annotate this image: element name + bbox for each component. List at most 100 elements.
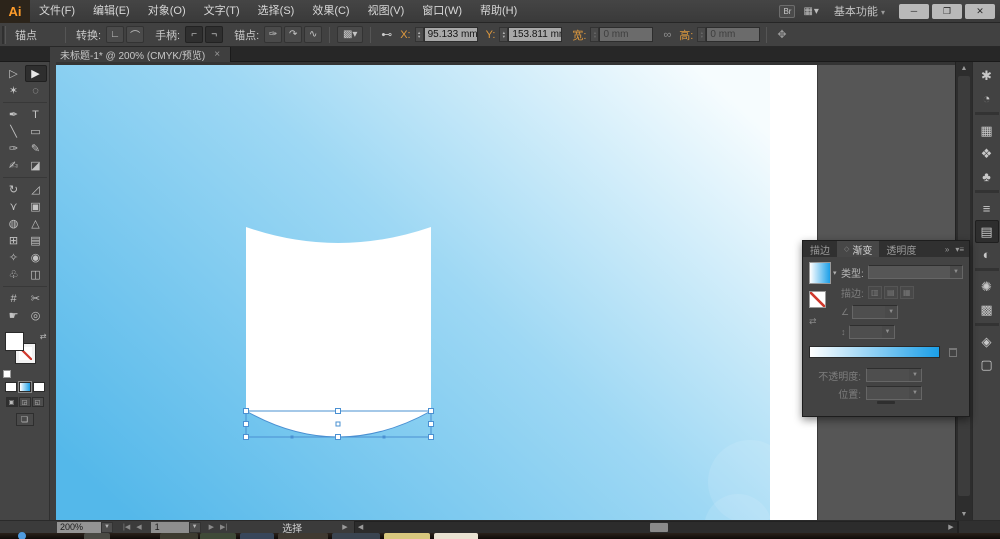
artboard-tool[interactable]: # <box>3 290 25 307</box>
selection-handle-nw[interactable] <box>244 409 249 414</box>
close-tab-icon[interactable]: × <box>214 49 220 60</box>
control-bar-grip[interactable] <box>2 26 6 44</box>
selection-handle-n[interactable] <box>336 409 341 414</box>
menu-help[interactable]: 帮助(H) <box>471 0 526 23</box>
gradient-button[interactable] <box>19 382 31 392</box>
panel-menu-icon[interactable]: ▾≡ <box>955 245 964 254</box>
artboard-number-field[interactable]: 1 <box>151 522 189 533</box>
show-handles-button[interactable]: ⌐ <box>185 26 203 43</box>
link-dimensions-icon[interactable]: ∞ <box>663 29 671 41</box>
scroll-left-icon[interactable]: ◀ <box>355 522 367 533</box>
taskbar-app-7[interactable] <box>434 533 478 539</box>
type-tool[interactable]: T <box>25 106 47 123</box>
artboard-dropdown-icon[interactable]: ▼ <box>189 522 201 533</box>
menu-file[interactable]: 文件(F) <box>30 0 84 23</box>
x-stepper[interactable]: ▲▼ <box>415 27 424 42</box>
convert-to-corner-button[interactable]: ∟ <box>106 26 124 43</box>
convert-to-smooth-button[interactable]: ⌒ <box>126 26 144 43</box>
panel-brushes[interactable]: ❖ <box>975 142 999 165</box>
pen-tool[interactable]: ✒ <box>3 106 25 123</box>
remove-anchor-button[interactable]: ✑ <box>264 26 282 43</box>
paintbrush-tool[interactable]: ✑ <box>3 140 25 157</box>
taskbar-app-5[interactable] <box>332 533 380 539</box>
panel-layers[interactable]: ◈ <box>975 330 999 353</box>
document-tab[interactable]: 未标题-1* @ 200% (CMYK/预览) × <box>50 47 231 62</box>
blend-tool[interactable]: ◉ <box>25 249 47 266</box>
status-menu-icon[interactable]: ▶ <box>342 523 347 531</box>
panel-artboards[interactable]: ▢ <box>975 353 999 376</box>
minimize-button[interactable]: ─ <box>899 4 929 19</box>
eraser-tool[interactable]: ◪ <box>25 157 47 174</box>
first-artboard-button[interactable]: |◀ <box>123 523 130 531</box>
panel-appearance[interactable]: ✺ <box>975 275 999 298</box>
selection-handle-se[interactable] <box>429 435 434 440</box>
default-fill-stroke-icon[interactable] <box>3 370 11 378</box>
panel-color-guide[interactable]: ◔ <box>975 87 999 110</box>
draw-inside-button[interactable]: ◱ <box>32 397 44 407</box>
color-button[interactable] <box>5 382 17 392</box>
rotate-tool[interactable]: ↻ <box>3 181 25 198</box>
selection-handle-s[interactable] <box>336 435 341 440</box>
slice-tool[interactable]: ✂ <box>25 290 47 307</box>
close-button[interactable]: ✕ <box>965 4 995 19</box>
next-artboard-button[interactable]: ▶ <box>209 523 214 531</box>
panel-color[interactable]: ✱ <box>975 64 999 87</box>
menu-object[interactable]: 对象(O) <box>139 0 195 23</box>
taskbar-app-3[interactable] <box>240 533 274 539</box>
zoom-dropdown-icon[interactable]: ▼ <box>101 522 113 533</box>
menu-type[interactable]: 文字(T) <box>195 0 249 23</box>
hide-handles-button[interactable]: ¬ <box>205 26 223 43</box>
anchor-point[interactable] <box>383 436 386 439</box>
fill-swatch[interactable] <box>5 332 24 351</box>
panel-gradient[interactable]: ▤ <box>975 220 999 243</box>
panel-stroke[interactable]: ≡ <box>975 197 999 220</box>
scroll-right-icon[interactable]: ▶ <box>945 522 957 533</box>
selection-center-point[interactable] <box>336 422 340 426</box>
hand-tool[interactable]: ☛ <box>3 307 25 324</box>
draw-normal-button[interactable]: ▣ <box>6 397 18 407</box>
gradient-type-select[interactable]: ▼ <box>868 265 963 279</box>
horizontal-scroll-thumb[interactable] <box>650 523 668 532</box>
panel-resize-grip[interactable] <box>877 401 895 404</box>
menu-effect[interactable]: 效果(C) <box>303 0 358 23</box>
start-button[interactable] <box>18 532 26 539</box>
y-field[interactable]: 153.811 mm <box>508 27 562 42</box>
anchor-point[interactable] <box>291 436 294 439</box>
blob-brush-tool[interactable]: ✍ <box>3 157 25 174</box>
gradient-fill-swatch[interactable] <box>809 262 831 284</box>
menu-select[interactable]: 选择(S) <box>249 0 304 23</box>
transform-icon[interactable]: ✥ <box>777 28 786 41</box>
taskbar-app-1[interactable] <box>160 533 198 539</box>
reverse-gradient-icon[interactable]: ⇄ <box>809 316 817 327</box>
screen-mode-button[interactable]: ❏ <box>16 413 34 426</box>
workspace-selector[interactable]: 基本功能 ▾ <box>834 3 885 19</box>
draw-behind-button[interactable]: ◲ <box>19 397 31 407</box>
swap-fill-stroke-icon[interactable]: ⇄ <box>40 332 47 341</box>
tab-transparency[interactable]: 透明度 <box>879 241 923 257</box>
direct-selection-tool[interactable]: ▷ <box>3 65 25 82</box>
y-stepper[interactable]: ▲▼ <box>499 27 508 42</box>
cut-path-button[interactable]: ∿ <box>304 26 322 43</box>
selection-handle-ne[interactable] <box>429 409 434 414</box>
taskbar-app-6[interactable] <box>384 533 430 539</box>
selection-handle-w[interactable] <box>244 422 249 427</box>
selection-tool[interactable]: ▶ <box>25 65 47 82</box>
scroll-down-icon[interactable]: ▼ <box>956 508 972 520</box>
symbol-sprayer-tool[interactable]: ♧ <box>3 266 25 283</box>
selection-handle-e[interactable] <box>429 422 434 427</box>
connect-path-button[interactable]: ↷ <box>284 26 302 43</box>
free-transform-tool[interactable]: ▣ <box>25 198 47 215</box>
menu-window[interactable]: 窗口(W) <box>413 0 471 23</box>
mesh-tool[interactable]: ⊞ <box>3 232 25 249</box>
eyedropper-tool[interactable]: ✧ <box>3 249 25 266</box>
zoom-tool[interactable]: ◎ <box>25 307 47 324</box>
zoom-level-field[interactable]: 200% <box>57 522 101 533</box>
lasso-tool[interactable]: ◌ <box>25 82 47 99</box>
gradient-tool[interactable]: ▤ <box>25 232 47 249</box>
scale-tool[interactable]: ◿ <box>25 181 47 198</box>
selection-handle-sw[interactable] <box>244 435 249 440</box>
collapse-panel-icon[interactable]: » <box>945 245 949 254</box>
tab-stroke[interactable]: 描边 <box>803 241 837 257</box>
magic-wand-tool[interactable]: ✶ <box>3 82 25 99</box>
gradient-slider[interactable] <box>809 346 940 358</box>
